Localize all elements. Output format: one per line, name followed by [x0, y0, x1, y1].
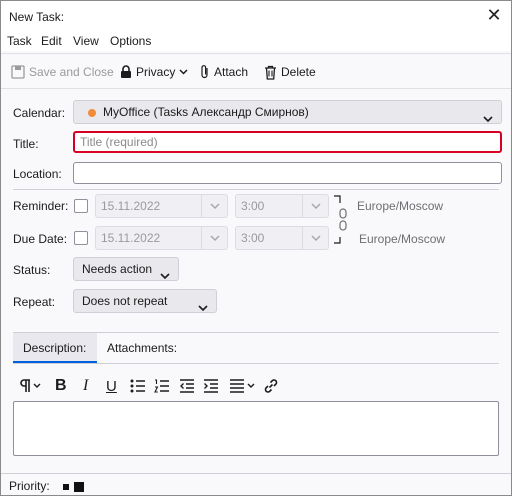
align-icon[interactable] [229, 376, 257, 396]
reminder-time-value: 3:00 [241, 199, 265, 213]
menu-edit[interactable]: Edit [41, 34, 62, 48]
reminder-label: Reminder: [13, 199, 69, 213]
toolbar: Save and Close Privacy Attach Delete [1, 53, 511, 89]
reminder-time-field[interactable]: 3:00 [235, 194, 329, 218]
status-label: Status: [13, 263, 51, 277]
privacy-label: Privacy [136, 65, 176, 79]
outdent-icon[interactable] [179, 376, 195, 396]
indent-icon[interactable] [203, 376, 219, 396]
italic-icon[interactable]: I [83, 376, 88, 396]
reminder-date-value: 15.11.2022 [101, 199, 161, 213]
format-toolbar: B I U [13, 373, 499, 399]
link-icon[interactable] [263, 376, 279, 396]
attach-label: Attach [214, 65, 249, 79]
save-and-close-button[interactable]: Save and Close [11, 63, 114, 81]
calendar-label: Calendar: [13, 106, 66, 120]
priority-label: Priority: [9, 479, 50, 493]
chevron-down-icon [483, 108, 493, 130]
repeat-label: Repeat: [13, 295, 56, 309]
chevron-down-icon [198, 297, 208, 319]
bold-icon[interactable]: B [55, 376, 67, 396]
menu-options[interactable]: Options [110, 34, 151, 48]
tab-description[interactable]: Description: [13, 333, 97, 363]
numbered-list-icon[interactable] [154, 376, 170, 396]
chevron-down-icon [302, 195, 328, 217]
due-date-value: 15.11.2022 [101, 231, 161, 245]
close-icon[interactable]: ✕ [485, 6, 503, 24]
delete-button[interactable]: Delete [264, 63, 316, 81]
status-bar: Priority: [1, 473, 511, 495]
repeat-select[interactable]: Does not repeat [73, 289, 217, 313]
save-icon [11, 65, 25, 79]
chevron-down-icon [160, 265, 170, 287]
priority-bar-low [63, 484, 69, 490]
chevron-down-icon [302, 227, 328, 249]
repeat-value: Does not repeat [82, 294, 168, 308]
chevron-down-icon [179, 69, 188, 75]
status-select[interactable]: Needs action [73, 257, 179, 281]
due-time-value: 3:00 [241, 231, 265, 245]
menu-view[interactable]: View [73, 34, 99, 48]
save-and-close-label: Save and Close [29, 65, 114, 79]
reminder-timezone[interactable]: Europe/Moscow [357, 199, 443, 213]
privacy-button[interactable]: Privacy [120, 63, 188, 81]
menu-task[interactable]: Task [7, 34, 32, 48]
title-bar: New Task: ✕ [1, 1, 511, 31]
reminder-date-field[interactable]: 15.11.2022 [95, 194, 228, 218]
priority-bar-high [74, 482, 84, 492]
delete-label: Delete [281, 65, 316, 79]
underline-icon[interactable]: U [106, 376, 117, 396]
location-field[interactable] [73, 162, 502, 184]
calendar-select[interactable]: MyOffice (Tasks Александр Смирнов) [73, 100, 502, 124]
reminder-checkbox[interactable] [74, 199, 88, 213]
new-task-window: New Task: ✕ Task Edit View Options Save … [0, 0, 512, 496]
calendar-color-dot [88, 109, 96, 117]
calendar-value: MyOffice (Tasks Александр Смирнов) [103, 105, 309, 119]
due-timezone[interactable]: Europe/Moscow [359, 232, 445, 246]
description-editor[interactable] [13, 401, 499, 456]
priority-indicator[interactable] [61, 481, 87, 493]
window-title: New Task: [9, 10, 65, 24]
chevron-down-icon [201, 195, 227, 217]
lock-icon [120, 65, 132, 79]
due-date-checkbox[interactable] [74, 231, 88, 245]
status-value: Needs action [82, 262, 153, 276]
title-label: Title: [13, 137, 39, 151]
paragraph-format-icon[interactable] [17, 376, 43, 396]
due-date-label: Due Date: [13, 232, 68, 246]
trash-icon [264, 65, 277, 80]
bullet-list-icon[interactable] [130, 376, 146, 396]
chevron-down-icon [201, 227, 227, 249]
menu-bar: Task Edit View Options [1, 31, 511, 51]
location-label: Location: [13, 167, 62, 181]
divider [13, 189, 499, 190]
attach-button[interactable]: Attach [200, 63, 248, 81]
due-time-field[interactable]: 3:00 [235, 226, 329, 250]
tab-bar: Description: Attachments: [13, 332, 499, 364]
link-icon[interactable] [333, 195, 347, 250]
due-date-field[interactable]: 15.11.2022 [95, 226, 228, 250]
tab-attachments[interactable]: Attachments: [97, 333, 187, 363]
title-field[interactable]: Title (required) [73, 131, 502, 153]
paperclip-icon [200, 64, 210, 80]
